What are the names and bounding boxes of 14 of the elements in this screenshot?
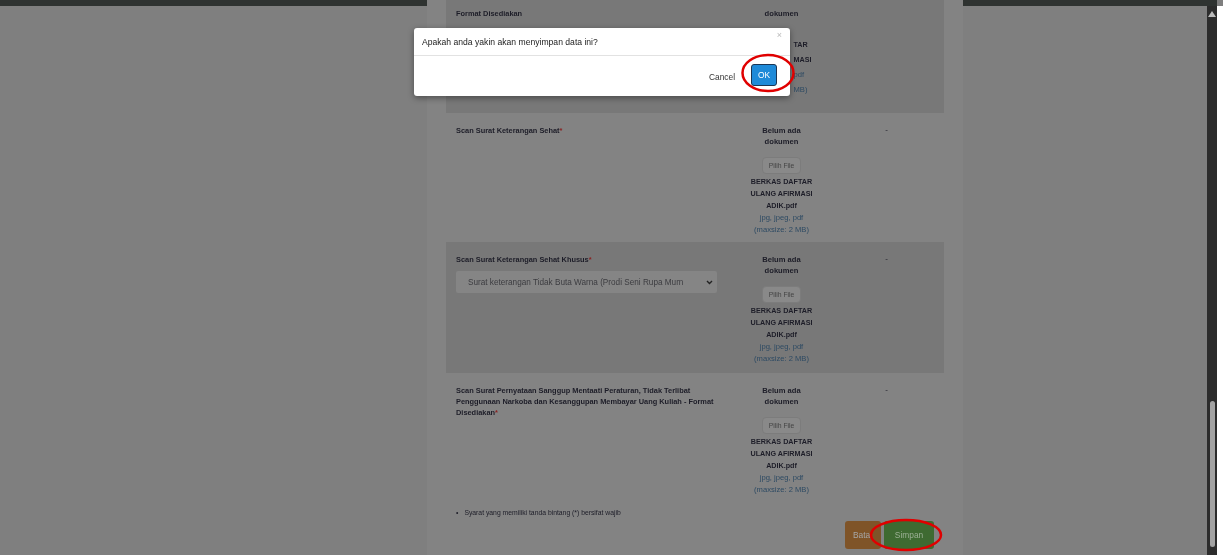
ok-button[interactable]: OK [751, 64, 777, 86]
dialog-message: Apakah anda yakin akan menyimpan data ini? [422, 36, 598, 47]
note-text: - [885, 125, 888, 136]
save-button[interactable]: Simpan [884, 521, 934, 549]
chevron-down-icon [706, 279, 713, 285]
document-type-select[interactable]: Surat keterangan Tidak Buta Warna (Prodi Seni Rupa Murn [456, 271, 717, 293]
scrollbar[interactable] [1207, 6, 1217, 555]
cancel-button[interactable]: Bata [845, 521, 881, 549]
scroll-up-icon[interactable] [1208, 11, 1216, 17]
cancel-button[interactable]: Cancel [708, 72, 735, 82]
scroll-thumb[interactable] [1209, 401, 1215, 547]
note-text: - [885, 254, 888, 265]
note-text: - [885, 385, 888, 396]
close-button[interactable]: × [776, 30, 782, 40]
